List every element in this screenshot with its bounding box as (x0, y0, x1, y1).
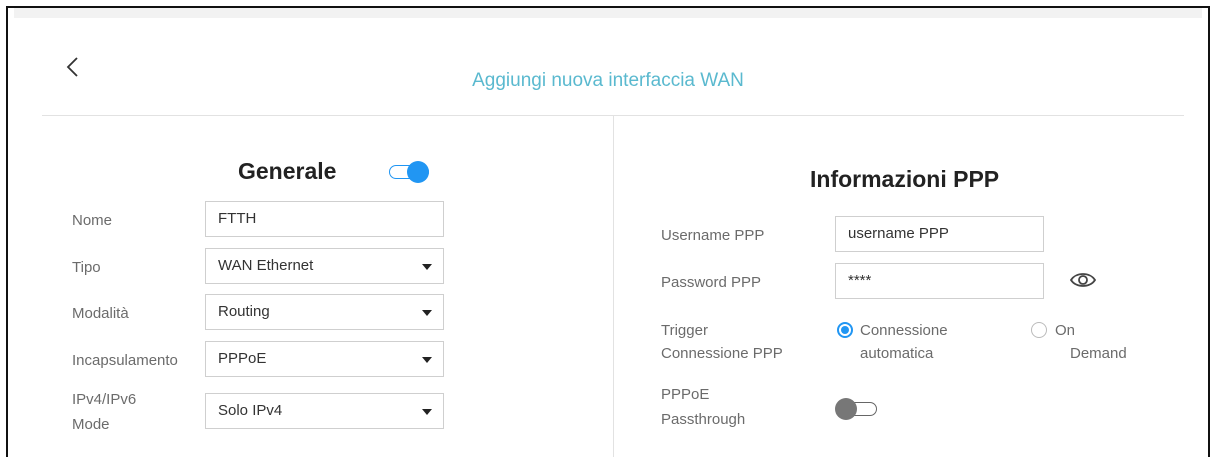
ip-mode-select[interactable]: Solo IPv4 (205, 393, 444, 429)
username-label: Username PPP (661, 227, 765, 244)
ip-mode-label-line1: IPv4/IPv6 (72, 391, 137, 408)
tipo-label: Tipo (72, 259, 101, 276)
password-label: Password PPP (661, 274, 762, 291)
tipo-select-value: WAN Ethernet (218, 257, 314, 274)
incapsulamento-select[interactable]: PPPoE (205, 341, 444, 377)
generale-enable-toggle[interactable] (387, 159, 431, 185)
column-divider (613, 116, 614, 457)
trigger-label-line2: Connessione PPP (661, 345, 783, 362)
nome-label: Nome (72, 212, 113, 229)
tipo-select[interactable]: WAN Ethernet (205, 248, 444, 284)
radio-on-demand[interactable] (1031, 322, 1047, 338)
page-title: Aggiungi nuova interfaccia WAN (472, 70, 744, 91)
radio-connessione-automatica-label-line1: Connessione (860, 322, 948, 339)
eye-icon (1069, 273, 1097, 287)
section-title-ppp: Informazioni PPP (810, 166, 1000, 192)
modalita-label: Modalità (72, 305, 129, 322)
username-input[interactable]: username PPP (835, 216, 1044, 252)
passthrough-toggle[interactable] (835, 396, 879, 422)
passthrough-label-line1: PPPoE (661, 386, 710, 403)
password-input[interactable]: **** (835, 263, 1044, 299)
passthrough-label-line2: Passthrough (661, 411, 746, 428)
section-title-generale: Generale (238, 158, 337, 184)
trigger-label-line1: Trigger (661, 322, 708, 339)
ip-mode-select-value: Solo IPv4 (218, 402, 283, 419)
radio-connessione-automatica-label-line2: automatica (860, 345, 934, 362)
radio-connessione-automatica[interactable] (837, 322, 853, 338)
radio-on-demand-label-line2: Demand (1070, 345, 1127, 362)
ip-mode-label-line2: Mode (72, 416, 110, 433)
caret-down-icon (422, 357, 432, 363)
caret-down-icon (422, 264, 432, 270)
nome-input[interactable]: FTTH (205, 201, 444, 237)
modalita-select[interactable]: Routing (205, 294, 444, 330)
incapsulamento-select-value: PPPoE (218, 350, 267, 367)
modalita-select-value: Routing (218, 303, 270, 320)
caret-down-icon (422, 310, 432, 316)
incapsulamento-label: Incapsulamento (72, 352, 178, 369)
top-bar (14, 8, 1202, 18)
show-password-button[interactable] (1068, 268, 1098, 292)
radio-on-demand-label-line1: On (1055, 322, 1076, 339)
caret-down-icon (422, 409, 432, 415)
